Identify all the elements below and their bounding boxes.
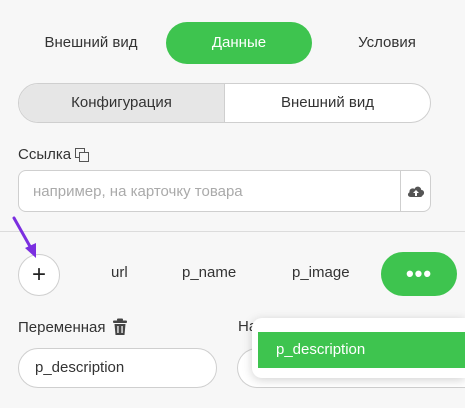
variable-label-row: Переменная (18, 318, 128, 336)
variable-label: Переменная (18, 318, 106, 336)
variable-chip-url[interactable]: url (111, 264, 128, 281)
dropdown-item-p-description[interactable]: p_description (258, 332, 465, 368)
more-variables-button[interactable]: ••• (381, 252, 457, 296)
section-divider (0, 231, 465, 232)
variable-chip-p-image[interactable]: p_image (292, 264, 350, 281)
segment-configuration[interactable]: Конфигурация (19, 84, 225, 122)
link-input[interactable] (19, 171, 402, 211)
segment-appearance[interactable]: Внешний вид (225, 84, 430, 122)
tab-appearance[interactable]: Внешний вид (18, 22, 164, 64)
copy-icon[interactable] (75, 147, 90, 162)
variable-chip-p-name[interactable]: p_name (182, 264, 236, 281)
variables-dropdown: p_description (252, 318, 465, 378)
link-label: Ссылка (18, 146, 72, 163)
add-variable-button[interactable]: + (18, 254, 60, 296)
config-segmented-control: Конфигурация Внешний вид (18, 83, 431, 123)
tab-data[interactable]: Данные (166, 22, 312, 64)
link-input-group (18, 170, 431, 212)
upload-button[interactable] (400, 171, 430, 211)
tab-conditions[interactable]: Условия (314, 22, 460, 64)
more-dots-icon: ••• (405, 261, 433, 286)
link-label-row: Ссылка (18, 146, 90, 163)
trash-icon[interactable] (112, 318, 128, 336)
variable-input[interactable]: p_description (18, 348, 217, 388)
cloud-upload-icon (407, 186, 424, 197)
